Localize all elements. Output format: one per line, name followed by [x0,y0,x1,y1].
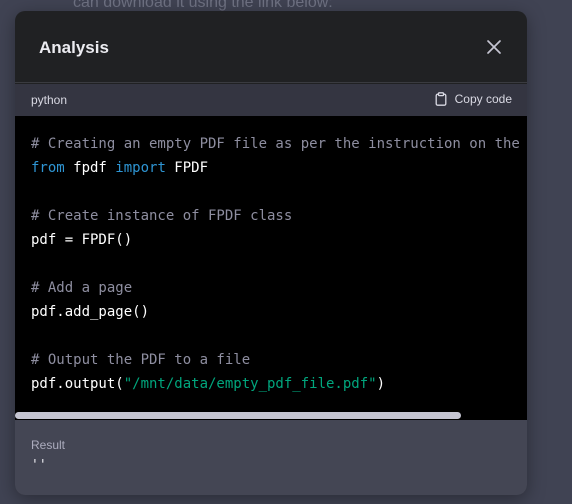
result-label: Result [31,438,66,452]
code-token: # Create instance of FPDF class [31,208,293,224]
modal-header: Analysis [15,11,527,83]
code-line: # Create instance of FPDF class [31,204,520,228]
code-header-bar: python Copy code [15,84,527,116]
code-language-label: python [31,93,68,107]
code-token: "/mnt/data/empty_pdf_file.pdf" [123,376,377,392]
code-token: pdf = FPDF() [31,232,133,248]
code-line: pdf.output("/mnt/data/empty_pdf_file.pdf… [31,372,520,396]
code-token: fpdf [64,160,116,176]
copy-code-button[interactable]: Copy code [434,92,512,106]
copy-code-label: Copy code [454,92,512,106]
code-line: # Add a page [31,276,520,300]
code-token: from [31,160,65,176]
code-token: pdf.add_page() [31,304,150,320]
modal-title: Analysis [39,38,109,57]
horizontal-scrollbar[interactable] [15,411,527,420]
code-line: # Creating an empty PDF file as per the … [31,132,520,156]
close-button[interactable] [486,39,502,55]
code-token: ) [376,376,386,392]
clipboard-icon [435,92,447,106]
close-icon [487,40,501,54]
code-lines: # Creating an empty PDF file as per the … [31,132,520,396]
code-content: # Creating an empty PDF file as per the … [15,116,527,420]
scrollbar-thumb[interactable] [15,412,461,419]
code-token: # Output the PDF to a file [31,352,251,368]
code-line: from fpdf import FPDF [31,156,520,180]
code-token: FPDF [165,160,209,176]
code-token: # Add a page [31,280,133,296]
analysis-modal: Analysis python Copy code # Creating an … [15,11,527,495]
code-line: pdf.add_page() [31,300,520,324]
code-token: import [115,160,166,176]
code-line: # Output the PDF to a file [31,348,520,372]
code-token: pdf.output( [31,376,124,392]
result-panel: Result '' [15,420,527,495]
result-value: '' [31,458,47,473]
code-line: pdf = FPDF() [31,228,520,252]
code-token: # Creating an empty PDF file as per the … [31,136,520,152]
